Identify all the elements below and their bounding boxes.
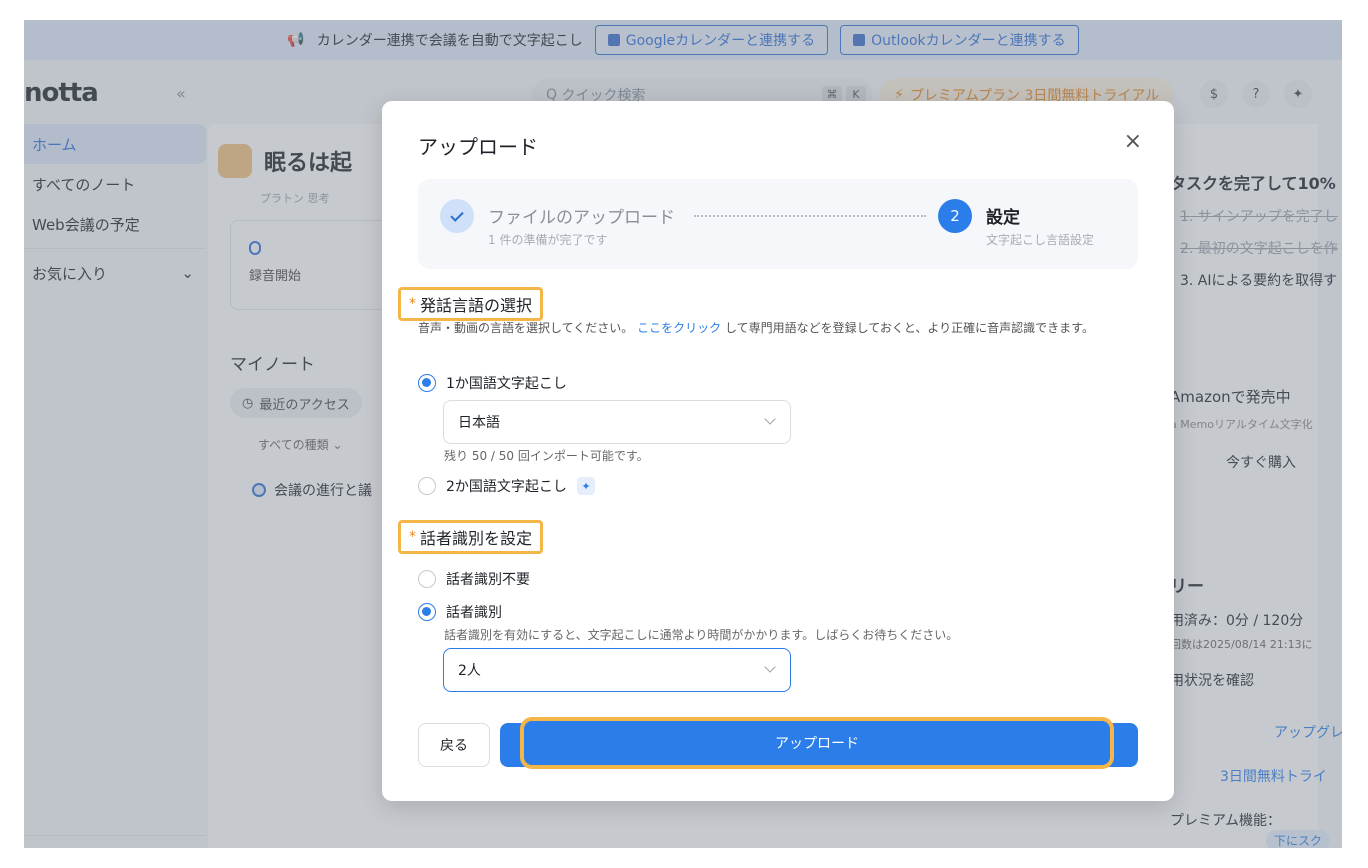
remaining-imports: 残り 50 / 50 回インポート可能です。 bbox=[444, 449, 649, 463]
speaker-section-text: 話者識別を設定 bbox=[420, 529, 533, 548]
language-section-text: 発話言語の選択 bbox=[420, 296, 533, 315]
radio-circle-checked bbox=[418, 374, 436, 392]
step2-number: 2 bbox=[938, 199, 972, 233]
radio-speaker-id[interactable]: 話者識別 bbox=[418, 602, 502, 622]
step2-subtitle: 文字起こし言語設定 bbox=[986, 233, 1095, 247]
language-section-label: * 発話言語の選択 bbox=[398, 287, 544, 321]
sparkle-icon: ✦ bbox=[576, 477, 595, 495]
speaker-count-value: 2人 bbox=[458, 663, 481, 679]
required-star: * bbox=[409, 296, 416, 312]
step1-subtitle: 1 件の準備が完了です bbox=[488, 233, 608, 247]
check-icon bbox=[440, 199, 474, 233]
modal-title: アップロード bbox=[418, 135, 538, 159]
back-button[interactable]: 戻る bbox=[418, 723, 490, 767]
custom-terms-link[interactable]: ここをクリック bbox=[637, 321, 721, 335]
language-description: 音声・動画の言語を選択してください。 ここをクリック して専門用語などを登録して… bbox=[418, 319, 1142, 338]
chevron-down-icon bbox=[764, 661, 776, 673]
required-star: * bbox=[409, 529, 416, 545]
speaker-count-select[interactable]: 2人 bbox=[443, 648, 791, 692]
close-icon[interactable]: × bbox=[1124, 131, 1142, 153]
radio-speaker-label: 話者識別 bbox=[446, 605, 502, 621]
radio-circle bbox=[418, 477, 436, 495]
language-select-value: 日本語 bbox=[458, 415, 500, 431]
language-select[interactable]: 日本語 bbox=[443, 400, 791, 444]
upload-modal: アップロード × ファイルのアップロード 1 件の準備が完了です 2 設定 文字… bbox=[382, 101, 1174, 801]
radio-single-language[interactable]: 1か国語文字起こし bbox=[418, 373, 567, 393]
chevron-down-icon bbox=[764, 413, 776, 425]
radio-circle bbox=[418, 570, 436, 588]
speaker-hint: 話者識別を有効にすると、文字起こしに通常より時間がかかります。しばらくお待ちくだ… bbox=[444, 628, 959, 642]
radio-bilingual-label: 2か国語文字起こし bbox=[446, 479, 567, 495]
step-connector bbox=[694, 215, 926, 217]
upload-button[interactable]: アップロード bbox=[520, 717, 1114, 769]
step2-title: 設定 bbox=[986, 208, 1020, 228]
step1-title: ファイルのアップロード bbox=[488, 208, 675, 228]
upload-steps: ファイルのアップロード 1 件の準備が完了です 2 設定 文字起こし言語設定 bbox=[418, 179, 1138, 269]
radio-single-language-label: 1か国語文字起こし bbox=[446, 376, 567, 392]
language-desc-text-2: して専門用語などを登録しておくと、より正確に音声認識できます。 bbox=[724, 321, 1094, 335]
radio-circle-checked bbox=[418, 603, 436, 621]
speaker-section-label: * 話者識別を設定 bbox=[398, 520, 544, 554]
radio-no-speaker-label: 話者識別不要 bbox=[446, 572, 530, 588]
language-desc-text: 音声・動画の言語を選択してください。 bbox=[418, 321, 634, 335]
radio-no-speaker-id[interactable]: 話者識別不要 bbox=[418, 569, 530, 589]
upload-button-container: アップロード bbox=[500, 717, 1138, 769]
radio-bilingual[interactable]: 2か国語文字起こし ✦ bbox=[418, 476, 595, 496]
